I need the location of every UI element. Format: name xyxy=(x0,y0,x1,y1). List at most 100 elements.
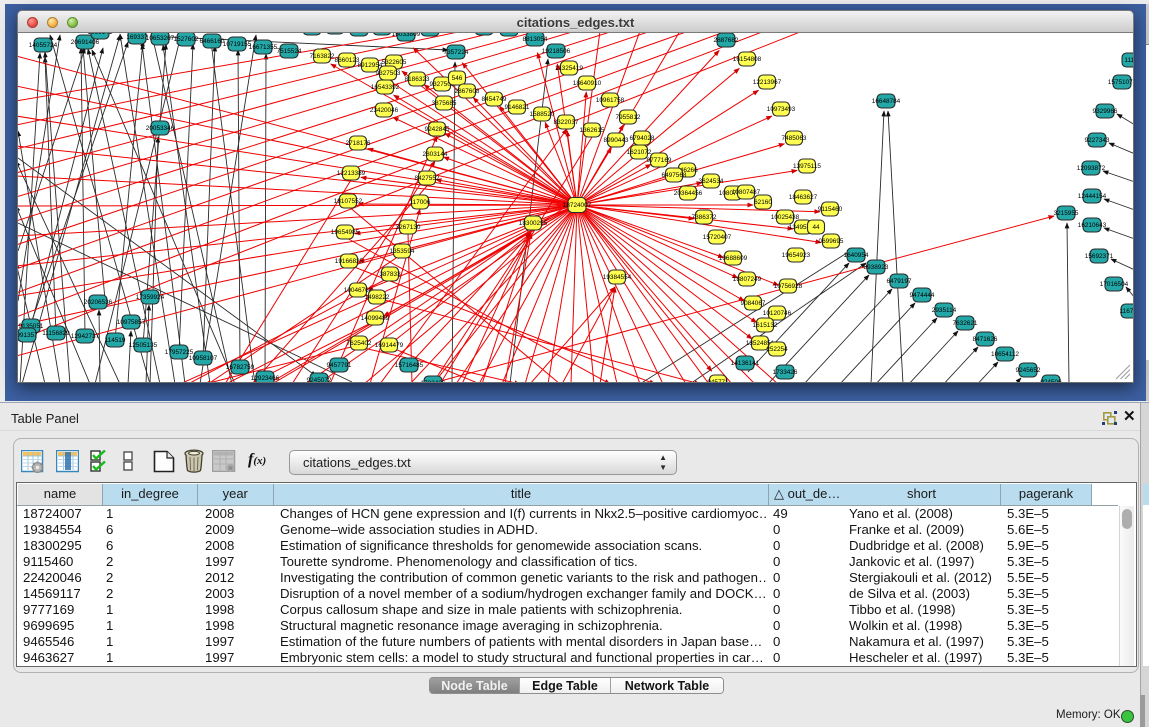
svg-text:1615132: 1615132 xyxy=(753,322,778,329)
svg-text:16543392: 16543392 xyxy=(371,84,400,91)
svg-text:10120746: 10120746 xyxy=(763,310,792,317)
svg-text:945771: 945771 xyxy=(707,379,729,382)
svg-text:1733426: 1733426 xyxy=(421,380,446,382)
svg-text:12213967: 12213967 xyxy=(753,79,782,86)
svg-text:9245652: 9245652 xyxy=(1016,367,1041,374)
svg-text:1733426: 1733426 xyxy=(773,369,798,376)
svg-text:18724007: 18724007 xyxy=(563,202,592,209)
svg-text:9329966: 9329966 xyxy=(1093,108,1118,115)
svg-text:12213389: 12213389 xyxy=(337,170,366,177)
svg-text:20364456: 20364456 xyxy=(674,190,703,197)
svg-text:14055724: 14055724 xyxy=(29,42,58,49)
svg-text:20206536: 20206536 xyxy=(84,299,113,306)
svg-text:44: 44 xyxy=(812,224,820,231)
svg-text:252254: 252254 xyxy=(766,346,788,353)
svg-text:6479197: 6479197 xyxy=(887,278,912,285)
svg-text:1117: 1117 xyxy=(1124,57,1133,64)
svg-text:14136141: 14136141 xyxy=(731,360,760,367)
svg-text:16671355: 16671355 xyxy=(249,44,278,51)
svg-text:6466160: 6466160 xyxy=(200,38,225,45)
svg-text:7386372: 7386372 xyxy=(692,214,717,221)
svg-text:1640954: 1640954 xyxy=(844,252,869,259)
svg-text:9227343: 9227343 xyxy=(1085,137,1110,144)
svg-text:18807249: 18807249 xyxy=(733,276,762,283)
svg-text:9146821: 9146821 xyxy=(505,104,530,111)
svg-text:8471626: 8471626 xyxy=(973,336,998,343)
svg-text:16648784: 16648784 xyxy=(872,98,901,105)
svg-text:5322605: 5322605 xyxy=(382,59,407,66)
svg-text:1353594: 1353594 xyxy=(390,248,415,255)
svg-text:9084067: 9084067 xyxy=(741,300,766,307)
svg-text:15716485: 15716485 xyxy=(395,362,424,369)
svg-text:17359924: 17359924 xyxy=(136,294,165,301)
svg-text:8186323: 8186323 xyxy=(405,76,430,83)
svg-text:114519: 114519 xyxy=(105,337,126,344)
svg-text:18640910: 18640910 xyxy=(573,80,602,87)
svg-text:10807487: 10807487 xyxy=(732,189,761,196)
svg-text:7515524: 7515524 xyxy=(277,48,302,55)
svg-text:16154808: 16154808 xyxy=(733,56,762,63)
svg-text:2718176: 2718176 xyxy=(346,140,371,147)
svg-text:9474444: 9474444 xyxy=(910,292,935,299)
svg-text:12444154: 12444154 xyxy=(1078,193,1107,200)
svg-text:924506: 924506 xyxy=(1040,379,1062,382)
svg-text:12093872: 12093872 xyxy=(1077,165,1106,172)
svg-text:19218506: 19218506 xyxy=(542,48,571,55)
svg-text:9777169: 9777169 xyxy=(647,157,672,164)
svg-text:10961758: 10961758 xyxy=(596,97,625,104)
svg-text:8660123: 8660123 xyxy=(335,57,360,64)
svg-text:7955812: 7955812 xyxy=(616,114,641,121)
svg-text:7632621: 7632621 xyxy=(953,320,978,327)
svg-text:19166825: 19166825 xyxy=(335,258,364,265)
svg-text:19384554: 19384554 xyxy=(603,274,632,281)
svg-text:14099489: 14099489 xyxy=(361,315,390,322)
svg-text:8813054: 8813054 xyxy=(523,36,548,43)
svg-text:10958107: 10958107 xyxy=(189,355,218,362)
svg-text:10756928: 10756928 xyxy=(774,283,803,290)
svg-text:2935114: 2935114 xyxy=(932,307,957,314)
svg-text:8912954: 8912954 xyxy=(358,62,383,69)
svg-text:17016504: 17016504 xyxy=(1100,281,1129,288)
svg-text:1527602: 1527602 xyxy=(174,36,199,43)
svg-text:11325419: 11325419 xyxy=(555,65,583,72)
svg-text:18107552: 18107552 xyxy=(334,198,363,205)
svg-text:116753: 116753 xyxy=(1120,308,1133,315)
svg-text:1498222: 1498222 xyxy=(365,294,390,301)
svg-text:20053346: 20053346 xyxy=(146,125,175,132)
svg-text:10025438: 10025438 xyxy=(771,214,800,221)
svg-text:18300295: 18300295 xyxy=(519,220,548,227)
svg-text:9115460: 9115460 xyxy=(818,206,843,213)
svg-text:2887682: 2887682 xyxy=(714,37,739,44)
svg-text:12942737: 12942737 xyxy=(71,333,100,340)
svg-text:7357224: 7357224 xyxy=(444,49,469,56)
svg-text:2803144: 2803144 xyxy=(423,151,448,158)
svg-text:1069141: 1069141 xyxy=(88,33,113,36)
svg-text:387833: 387833 xyxy=(379,271,401,278)
svg-text:8454749: 8454749 xyxy=(482,96,507,103)
svg-text:10653267: 10653267 xyxy=(146,35,175,42)
svg-text:1588520: 1588520 xyxy=(530,111,555,118)
svg-text:117006: 117006 xyxy=(410,199,431,206)
svg-text:19654923: 19654923 xyxy=(782,252,811,259)
svg-text:16210643: 16210643 xyxy=(1078,222,1107,229)
svg-text:10973493: 10973493 xyxy=(767,106,796,113)
svg-text:10654112: 10654112 xyxy=(991,351,1019,358)
svg-text:1621072: 1621072 xyxy=(627,149,652,156)
svg-text:10975857: 10975857 xyxy=(117,319,146,326)
svg-text:3267130: 3267130 xyxy=(396,224,421,231)
svg-text:12923466: 12923466 xyxy=(251,375,280,382)
svg-text:991357: 991357 xyxy=(18,332,38,339)
svg-text:10688609: 10688609 xyxy=(719,255,748,262)
svg-text:10719155: 10719155 xyxy=(223,41,252,48)
svg-text:8427552: 8427552 xyxy=(415,175,440,182)
svg-text:9245072: 9245072 xyxy=(307,377,332,382)
svg-text:12505135: 12505135 xyxy=(129,342,158,349)
svg-text:6794028: 6794028 xyxy=(630,135,655,142)
svg-text:16033809: 16033809 xyxy=(392,33,421,38)
svg-text:8322037: 8322037 xyxy=(554,119,579,126)
svg-text:0699695: 0699695 xyxy=(819,238,844,245)
svg-text:18463627: 18463627 xyxy=(789,194,818,201)
svg-text:8990443: 8990443 xyxy=(604,137,629,144)
svg-text:15720407: 15720407 xyxy=(703,234,732,241)
svg-text:7625402: 7625402 xyxy=(347,340,372,347)
